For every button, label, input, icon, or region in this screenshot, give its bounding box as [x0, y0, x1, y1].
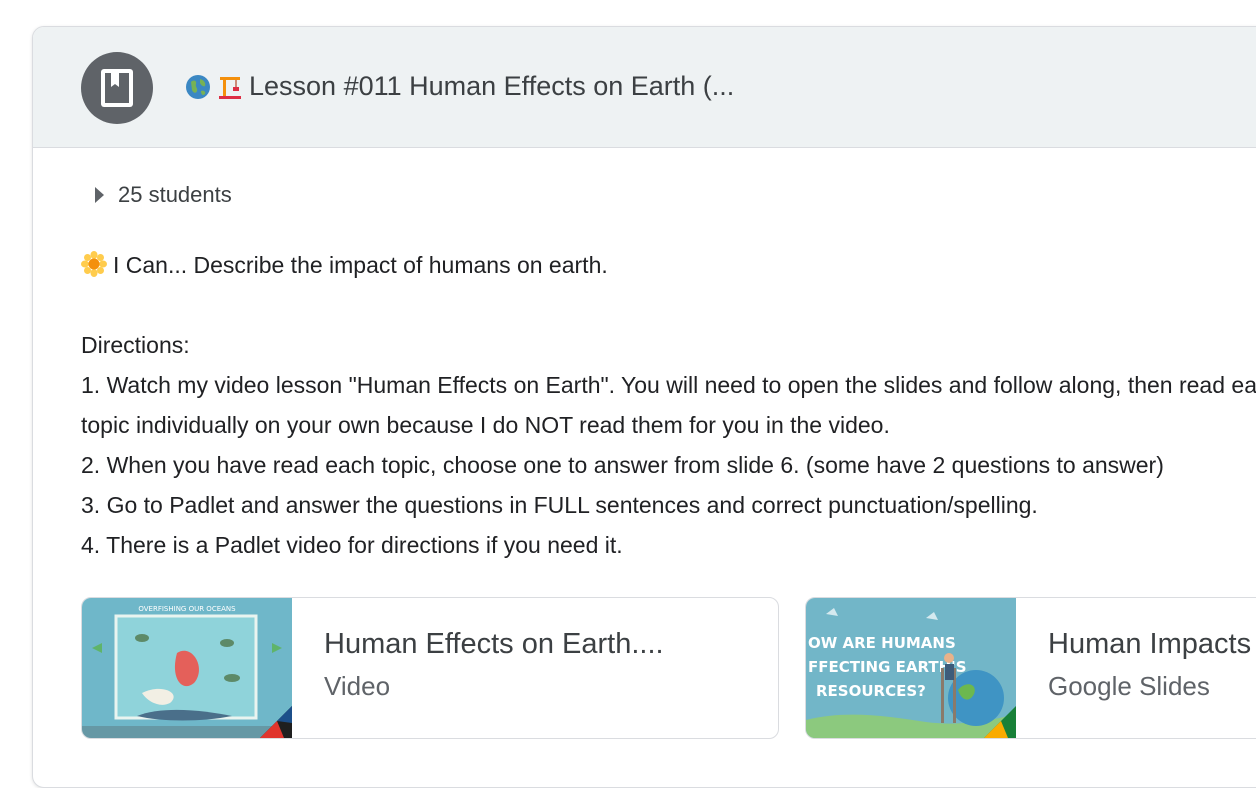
thumb-heading: OVERFISHING OUR OCEANS	[138, 605, 236, 613]
students-count: 25 students	[118, 182, 232, 207]
expand-arrow-icon	[95, 187, 104, 203]
svg-text:RESOURCES?: RESOURCES?	[816, 682, 926, 700]
attachment-text: Human Effects on Earth.... Video	[292, 598, 664, 738]
slides-thumbnail: OW ARE HUMANS FFECTING EARTH'S RESOURCES…	[806, 598, 1016, 738]
direction-line: 4. There is a Padlet video for direction…	[81, 532, 623, 558]
video-thumbnail: OVERFISHING OUR OCEANS	[82, 598, 292, 738]
students-toggle[interactable]: 25 students	[95, 182, 232, 208]
direction-line: topic individually on your own because I…	[81, 412, 890, 438]
assignment-header[interactable]: Lesson #011 Human Effects on Earth (...	[33, 27, 1256, 148]
assignment-title-row: Lesson #011 Human Effects on Earth (...	[185, 71, 734, 102]
svg-text:OW ARE HUMANS: OW ARE HUMANS	[808, 634, 956, 652]
assignment-title: Lesson #011 Human Effects on Earth (...	[249, 71, 735, 101]
directions-heading: Directions:	[81, 332, 190, 358]
attachment-title: Human Effects on Earth....	[324, 628, 664, 660]
attachment-title: Human Impacts	[1048, 628, 1252, 660]
attachment-text: Human Impacts Google Slides	[1016, 598, 1251, 738]
i-can-text: I Can... Describe the impact of humans o…	[113, 252, 608, 278]
i-can-line: I Can... Describe the impact of humans o…	[81, 245, 1256, 285]
direction-line: 3. Go to Padlet and answer the questions…	[81, 492, 1038, 518]
sunflower-icon	[81, 251, 107, 277]
attachment-type: Video	[324, 671, 391, 701]
assignment-description: I Can... Describe the impact of humans o…	[81, 245, 1256, 565]
direction-line: 2. When you have read each topic, choose…	[81, 452, 1164, 478]
globe-icon	[186, 74, 210, 99]
attachment-type: Google Slides	[1048, 671, 1210, 701]
construction-crane-icon	[219, 76, 241, 99]
direction-line: 1. Watch my video lesson "Human Effects …	[81, 372, 1256, 398]
attachment-video[interactable]: OVERFISHING OUR OCEANS Human Effects on …	[81, 597, 779, 739]
attachment-slides[interactable]: OW ARE HUMANS FFECTING EARTH'S RESOURCES…	[805, 597, 1256, 739]
assignment-card: Lesson #011 Human Effects on Earth (... …	[32, 26, 1256, 788]
assignment-icon	[81, 52, 153, 124]
